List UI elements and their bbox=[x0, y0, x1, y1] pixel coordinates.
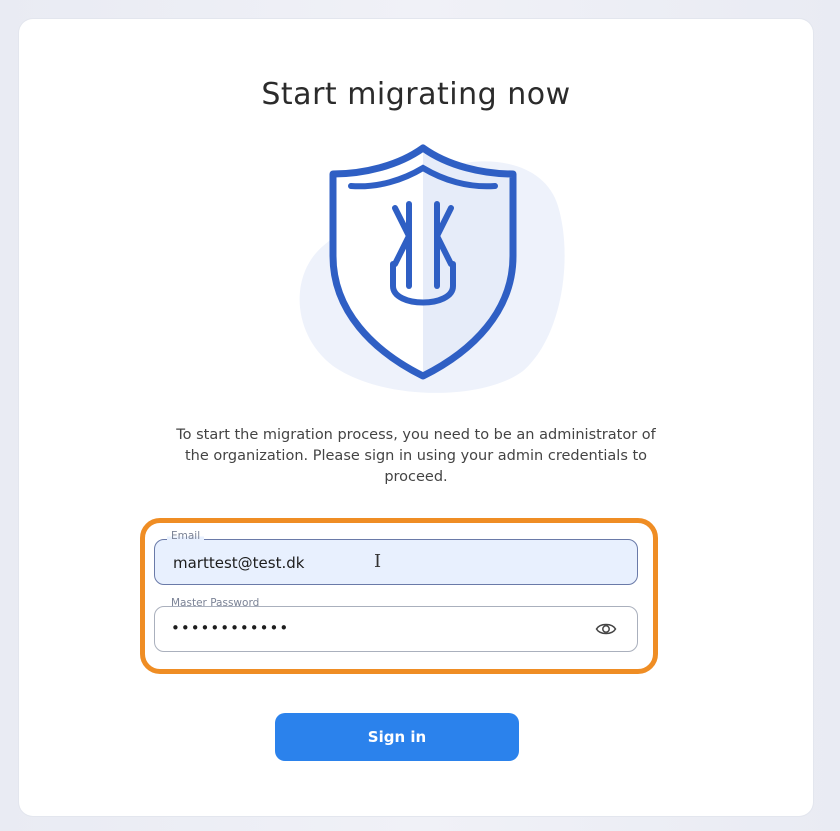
sign-in-button[interactable]: Sign in bbox=[275, 713, 519, 761]
migration-card: Start migrating now To start the migrati… bbox=[19, 19, 813, 816]
page-title: Start migrating now bbox=[261, 77, 571, 112]
master-password-field[interactable]: Master Password •••••••••••• bbox=[154, 597, 638, 652]
email-field[interactable]: Email I bbox=[154, 530, 638, 585]
password-input[interactable]: •••••••••••• bbox=[171, 619, 571, 637]
text-cursor-icon: I bbox=[374, 551, 382, 572]
shield-logo-icon bbox=[299, 144, 565, 393]
email-input[interactable] bbox=[171, 553, 575, 573]
eye-icon[interactable] bbox=[595, 619, 617, 639]
password-label: Master Password bbox=[167, 597, 264, 609]
email-label: Email bbox=[167, 530, 205, 542]
instructions-text: To start the migration process, you need… bbox=[176, 427, 656, 485]
